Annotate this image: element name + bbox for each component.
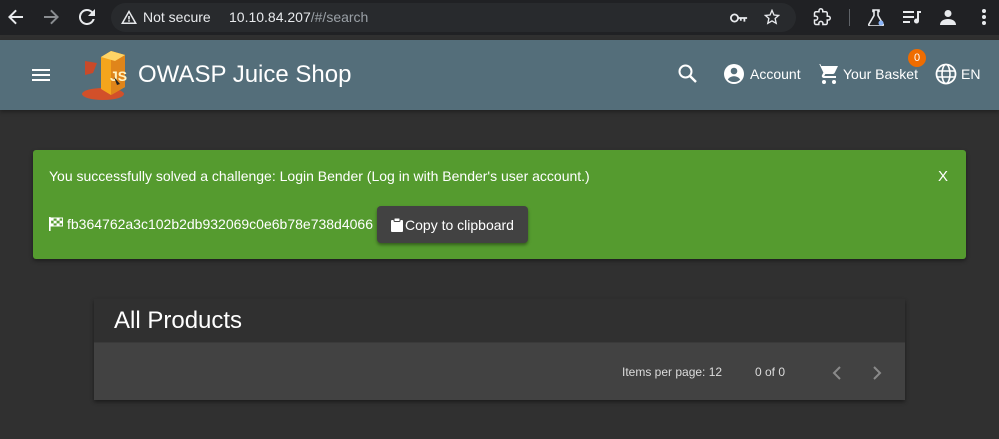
account-label: Account [750,66,801,82]
reload-button[interactable] [78,8,96,26]
password-key-button[interactable] [730,9,748,27]
menu-icon [32,69,50,81]
url-text[interactable]: 10.10.84.207/#/search [229,9,368,25]
browser-menu-button[interactable] [975,8,993,26]
toolbar-divider [849,9,850,26]
copy-to-clipboard-button[interactable]: Copy to clipboard [377,206,528,243]
labs-button[interactable] [867,8,885,26]
language-button[interactable]: EN [935,60,980,88]
language-globe-icon [935,63,957,85]
profile-button[interactable] [939,8,957,26]
svg-text:JS: JS [110,68,127,84]
back-arrow-icon [8,9,23,25]
challenge-solved-alert: You successfully solved a challenge: Log… [33,150,966,259]
more-vert-icon [982,9,986,25]
labs-flask-icon [868,8,884,26]
paginator-range: 0 of 0 [755,365,786,379]
next-page-button[interactable] [867,363,887,383]
media-queue-icon [903,11,921,24]
extension-icon [813,8,831,26]
url-host: 10.10.84.207 [229,9,311,25]
search-icon [678,64,697,83]
back-button[interactable] [7,8,25,26]
bookmark-button[interactable] [763,8,781,26]
url-path: /#/search [310,9,369,25]
media-button[interactable] [903,8,921,26]
checkered-flag-icon [49,217,63,231]
products-header: All Products [94,299,905,343]
alert-message: You successfully solved a challenge: Log… [49,168,590,184]
profile-icon [940,10,956,25]
account-circle-icon [724,64,744,84]
clipboard-icon [391,217,404,232]
warning-icon [121,10,137,24]
flag-row: fb364762a3c102b2db932069c0e6b78e738d4066 [49,216,373,232]
alert-close-button[interactable]: X [938,168,948,185]
key-icon [730,13,748,23]
previous-page-button[interactable] [827,363,847,383]
juice-carton-icon: JS [82,51,127,100]
products-card: All Products Items per page: 12 0 of 0 [94,299,905,400]
app-title[interactable]: OWASP Juice Shop [138,61,351,89]
extensions-button[interactable] [813,8,831,26]
flag-code: fb364762a3c102b2db932069c0e6b78e738d4066 [67,216,373,232]
address-bar[interactable]: Not secure 10.10.84.207/#/search [111,3,796,32]
products-title: All Products [114,307,243,334]
security-indicator[interactable]: Not secure [121,9,211,25]
shopping-cart-icon [816,64,838,84]
account-button[interactable]: Account [722,60,801,88]
security-label: Not secure [143,9,211,25]
forward-arrow-icon [44,9,59,25]
sidenav-menu-button[interactable] [29,64,53,86]
forward-button[interactable] [42,8,60,26]
browser-toolbar: Not secure 10.10.84.207/#/search [0,0,999,35]
reload-icon [79,9,95,25]
basket-count-badge: 0 [908,49,926,67]
language-label: EN [961,66,981,82]
chevron-right-icon [873,366,882,380]
chevron-left-icon [832,366,841,380]
copy-label: Copy to clipboard [405,216,514,233]
juice-shop-logo[interactable]: JS [81,47,131,101]
search-button[interactable] [676,60,700,88]
app-toolbar: JS OWASP Juice Shop Account Your Basket … [0,40,999,110]
basket-label: Your Basket [843,66,918,82]
star-icon [764,9,780,25]
basket-button[interactable]: Your Basket [815,60,918,88]
items-per-page-select[interactable]: Items per page: 12 [622,365,722,379]
